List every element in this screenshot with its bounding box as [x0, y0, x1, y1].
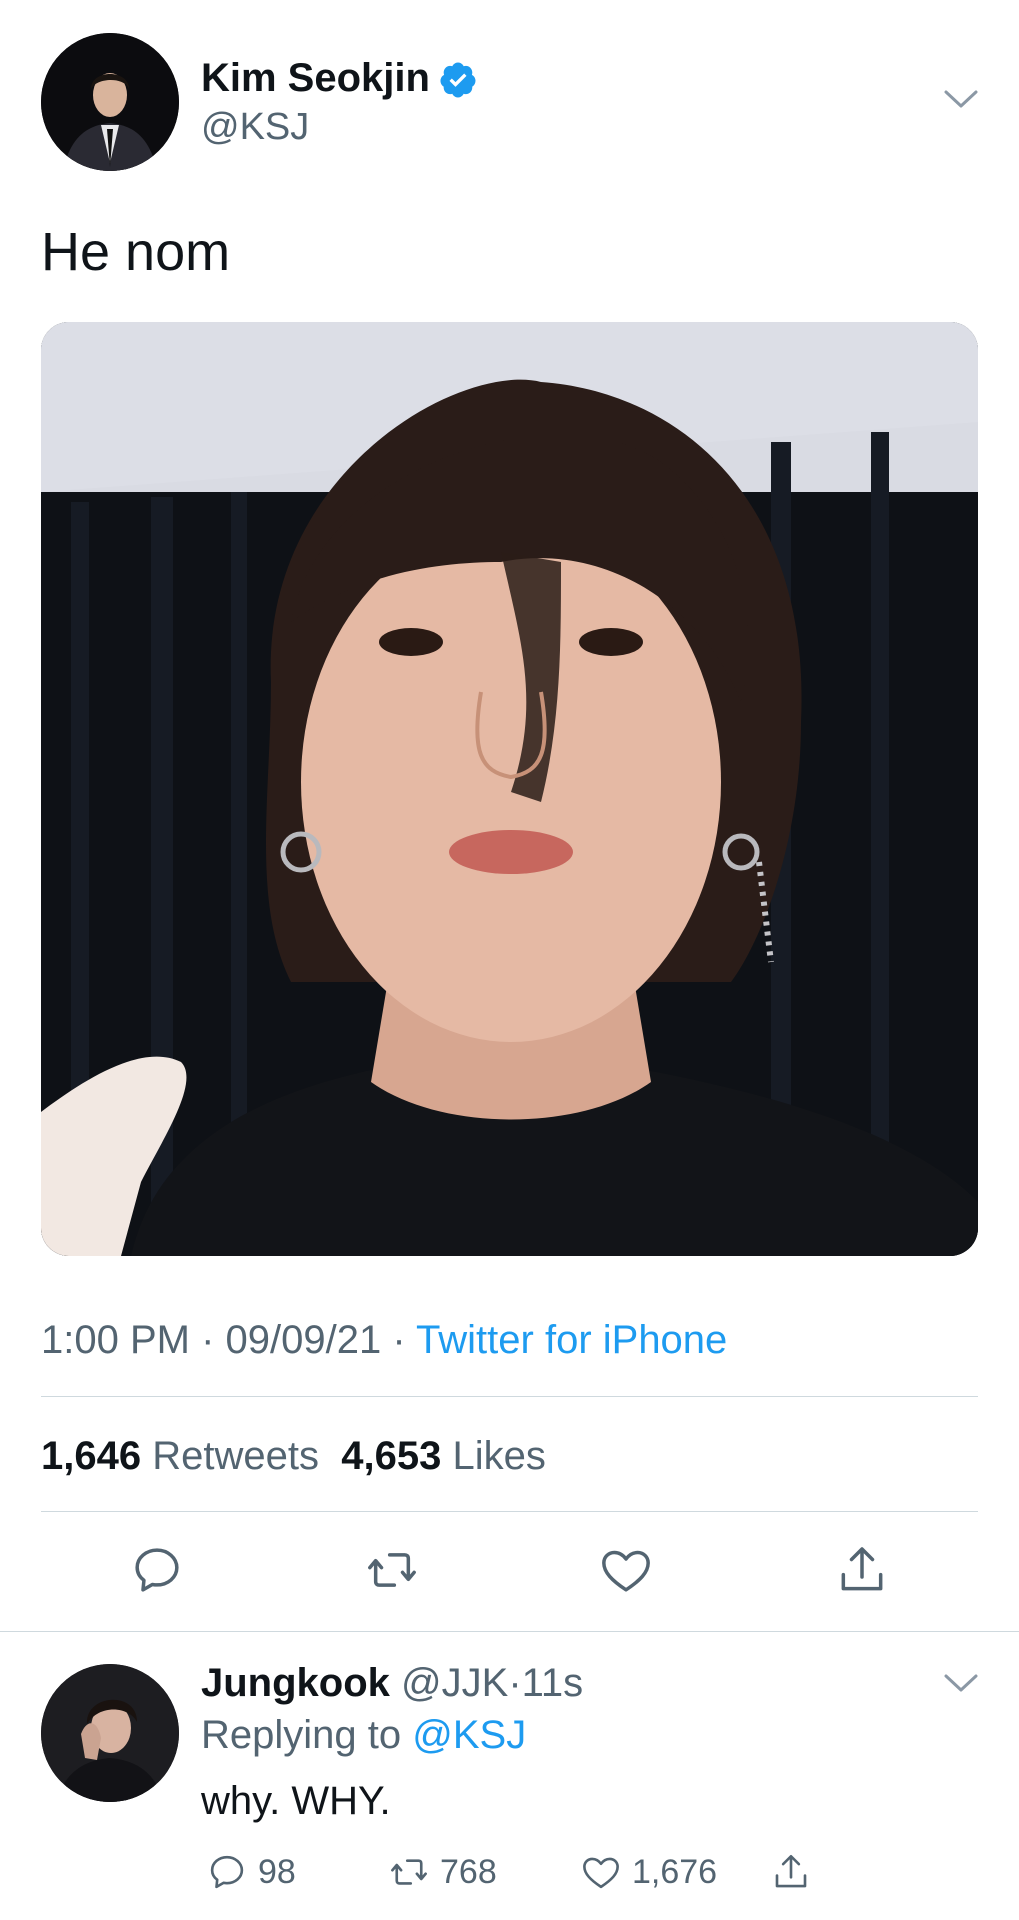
reply-button[interactable]	[129, 1542, 185, 1598]
reply-text: why. WHY.	[201, 1779, 391, 1823]
retweet-icon	[368, 1553, 416, 1587]
reply-like-count: 1,676	[632, 1852, 718, 1891]
tweet-date: 09/09/21	[225, 1318, 382, 1362]
reply-avatar-image	[41, 1664, 179, 1802]
retweet-count[interactable]: 1,646	[41, 1434, 141, 1478]
chevron-down-icon[interactable]	[943, 1672, 979, 1694]
photo-illustration	[41, 322, 978, 1256]
reply-author-name[interactable]: Jungkook	[201, 1661, 390, 1705]
retweet-icon	[391, 1859, 427, 1885]
author-name[interactable]: Kim Seokjin	[201, 54, 430, 102]
reply-separator: ·	[508, 1661, 522, 1705]
author-handle[interactable]: @KSJ	[201, 104, 309, 150]
divider	[41, 1511, 978, 1512]
like-icon	[602, 1550, 650, 1592]
chevron-down-icon[interactable]	[943, 88, 979, 110]
reply-header: Jungkook @JJK·11s	[201, 1659, 583, 1707]
author-avatar-image	[41, 33, 179, 171]
divider	[0, 1631, 1019, 1632]
meta-separator: ·	[381, 1318, 417, 1362]
replying-to-handle[interactable]: @KSJ	[412, 1713, 526, 1757]
reply-age[interactable]: 11s	[522, 1661, 584, 1705]
tweet-text: He nom	[41, 222, 231, 282]
share-button[interactable]	[834, 1542, 890, 1598]
reply-icon	[135, 1548, 179, 1592]
like-label[interactable]: Likes	[452, 1434, 545, 1478]
reply-like-button[interactable]: 1,676	[580, 1850, 717, 1894]
share-icon	[841, 1547, 883, 1591]
reply-reply-count: 98	[258, 1852, 296, 1891]
divider	[41, 1396, 978, 1397]
replying-to: Replying to @KSJ	[201, 1711, 526, 1759]
verified-badge-icon	[440, 62, 476, 98]
reply-retweet-button[interactable]: 768	[388, 1850, 497, 1894]
tweet-time: 1:00 PM	[41, 1318, 190, 1362]
meta-separator: ·	[189, 1318, 226, 1362]
reply-retweet-count: 768	[440, 1852, 497, 1891]
tweet-stats: 1,646 Retweets 4,653 Likes	[41, 1432, 546, 1480]
reply-reply-button[interactable]: 98	[206, 1850, 296, 1894]
reply-author-avatar[interactable]	[41, 1664, 179, 1802]
reply-icon	[210, 1855, 244, 1889]
like-count[interactable]: 4,653	[341, 1434, 441, 1478]
tweet-source-link[interactable]: Twitter for iPhone	[416, 1318, 727, 1362]
share-icon	[775, 1854, 807, 1888]
reply-share-button[interactable]	[770, 1850, 812, 1894]
reply-author-handle[interactable]: @JJK	[401, 1661, 508, 1705]
author-avatar[interactable]	[41, 33, 179, 171]
retweet-button[interactable]	[364, 1542, 420, 1598]
tweet-media-image[interactable]	[41, 322, 978, 1256]
like-button[interactable]	[598, 1542, 654, 1598]
replying-label: Replying to	[201, 1713, 402, 1757]
tweet-meta: 1:00 PM · 09/09/21 · Twitter for iPhone	[41, 1316, 727, 1364]
like-icon	[583, 1857, 619, 1889]
retweet-label[interactable]: Retweets	[152, 1434, 319, 1478]
